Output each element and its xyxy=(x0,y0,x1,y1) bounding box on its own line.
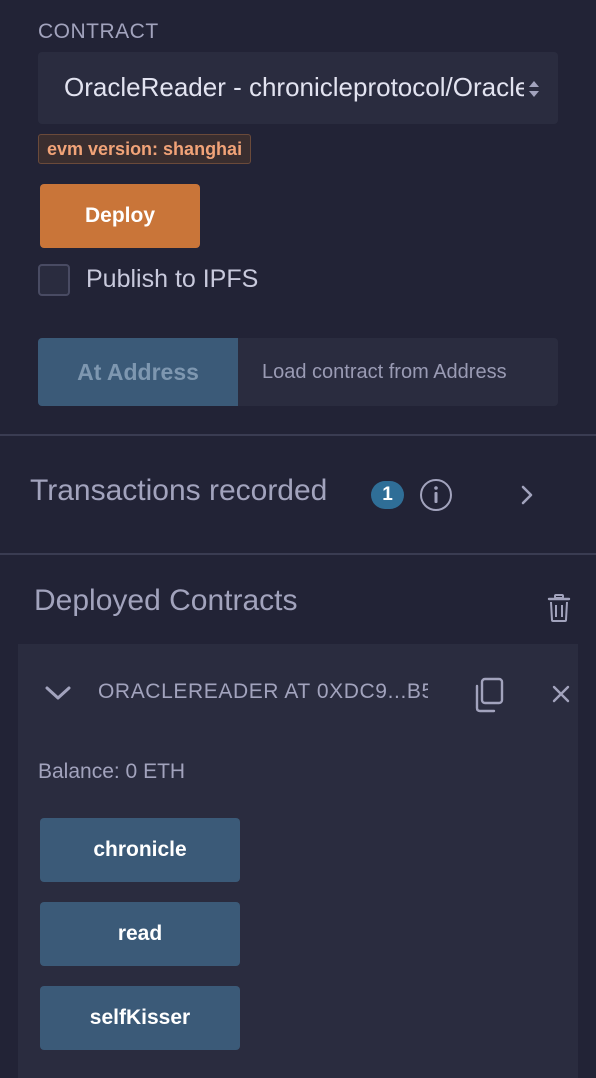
function-button-selfkisser[interactable]: selfKisser xyxy=(40,986,240,1050)
transactions-count-badge: 1 xyxy=(371,481,404,509)
deploy-run-panel: CONTRACT OracleReader - chronicleprotoco… xyxy=(0,0,596,1078)
publish-ipfs-checkbox[interactable] xyxy=(38,264,70,296)
trash-icon[interactable] xyxy=(547,593,571,623)
sort-arrows-icon xyxy=(529,81,539,97)
evm-version-badge: evm version: shanghai xyxy=(38,134,252,164)
function-button-read[interactable]: read xyxy=(40,902,240,966)
divider xyxy=(0,434,596,436)
load-contract-address-input[interactable]: Load contract from Address xyxy=(238,338,558,406)
contract-select-value: OracleReader - chronicleprotocol/OracleR… xyxy=(64,72,524,102)
deploy-button[interactable]: Deploy xyxy=(40,184,200,248)
chevron-down-icon[interactable] xyxy=(44,681,72,705)
divider xyxy=(0,553,596,555)
close-icon[interactable] xyxy=(551,684,571,704)
function-button-chronicle[interactable]: chronicle xyxy=(40,818,240,882)
contract-balance: Balance: 0 ETH xyxy=(38,760,186,783)
copy-icon[interactable] xyxy=(472,677,504,713)
deployed-contract-title: ORACLEREADER AT 0XDC9...B5 xyxy=(98,680,428,703)
deployed-contracts-label: Deployed Contracts xyxy=(34,584,298,617)
at-address-button[interactable]: At Address xyxy=(38,338,238,406)
publish-ipfs-label[interactable]: Publish to IPFS xyxy=(86,265,258,294)
chevron-right-icon[interactable] xyxy=(515,482,539,508)
info-icon[interactable] xyxy=(419,478,453,512)
contract-select[interactable]: OracleReader - chronicleprotocol/OracleR… xyxy=(38,52,558,124)
contract-section-label: CONTRACT xyxy=(38,20,159,43)
transactions-recorded-label[interactable]: Transactions recorded xyxy=(30,474,327,508)
